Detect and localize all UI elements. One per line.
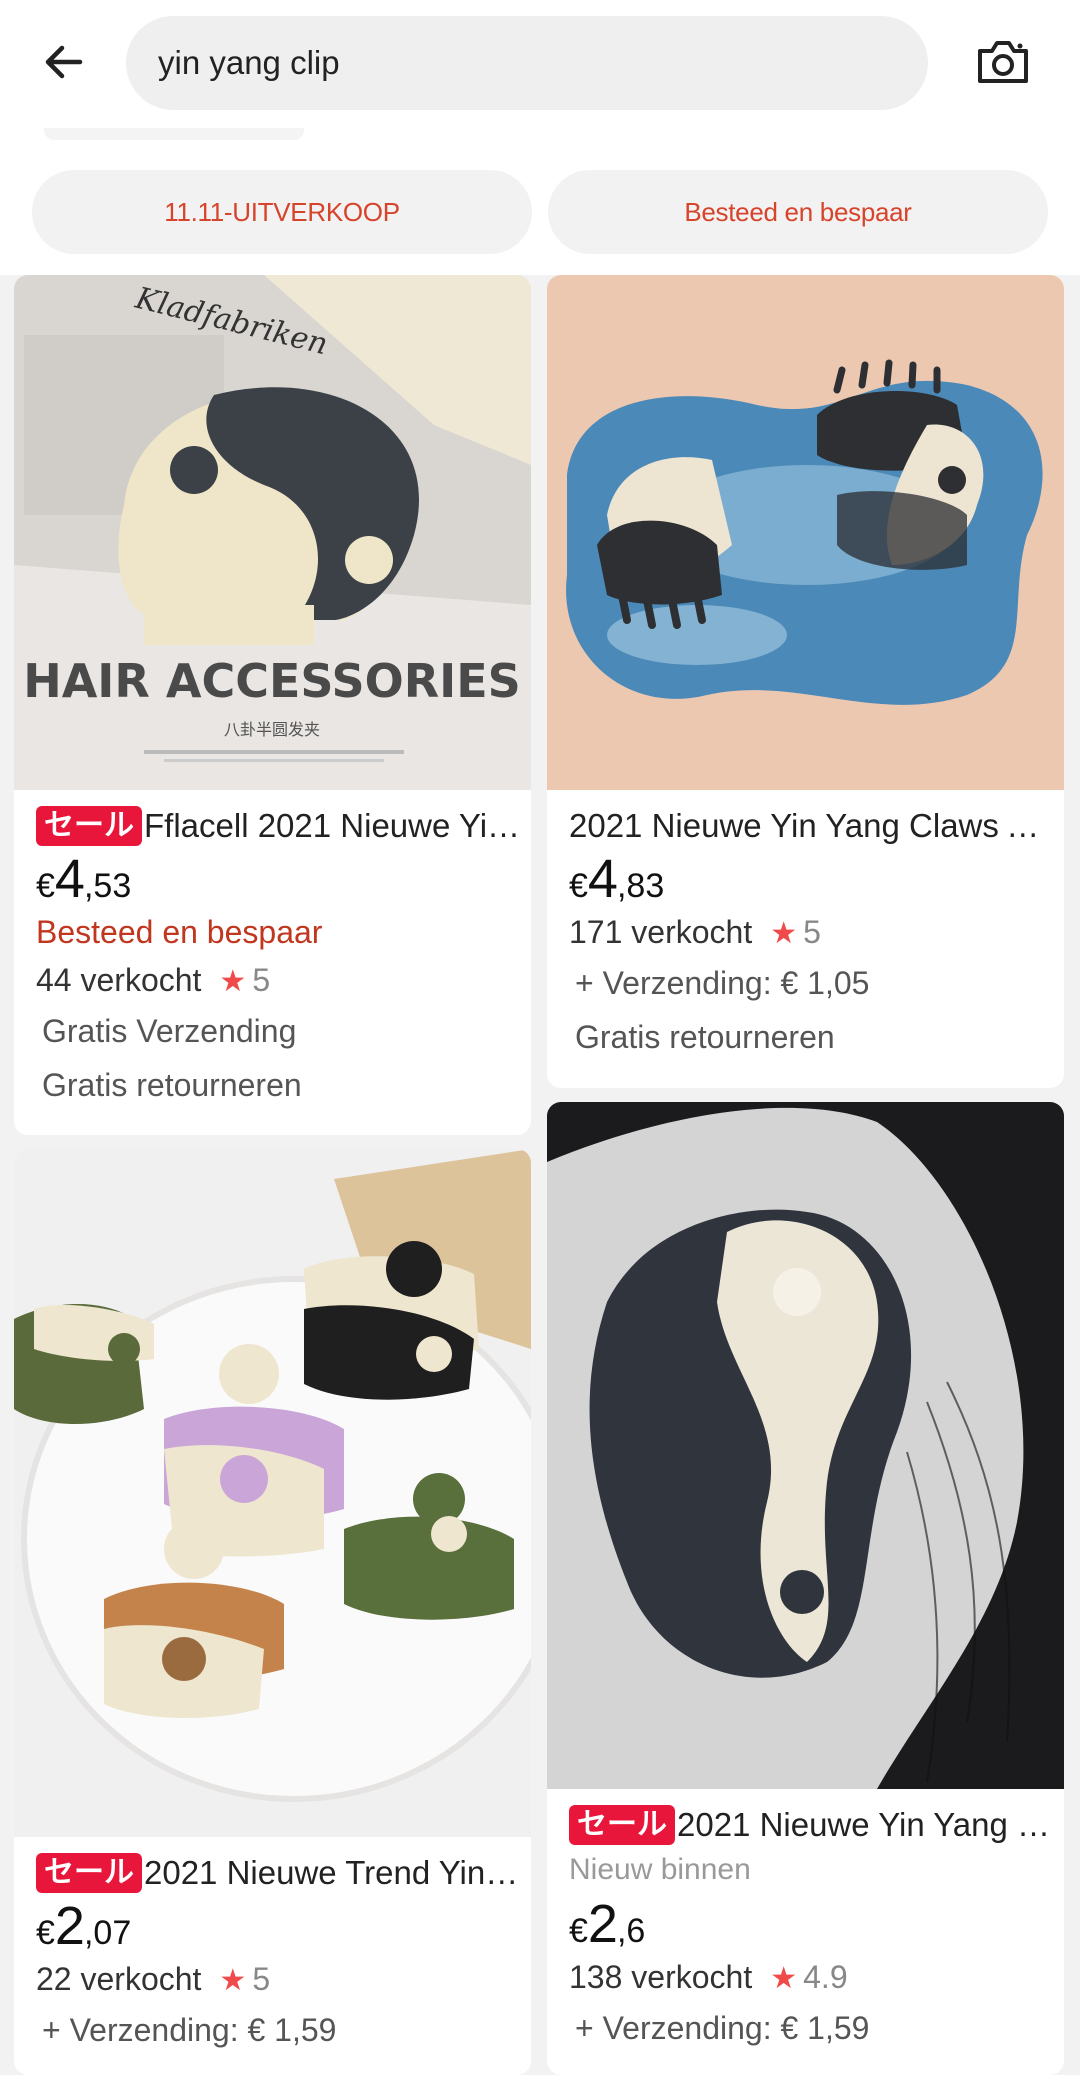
product-price: €2,07 bbox=[36, 1896, 132, 1956]
sold-rating: 22 verkocht ★ 5 bbox=[36, 1961, 271, 1997]
shipping-info: + Verzending: € 1,59 bbox=[42, 2012, 337, 2048]
returns-info: Gratis retourneren bbox=[42, 1067, 302, 1103]
back-button[interactable] bbox=[32, 30, 96, 94]
search-query: yin yang clip bbox=[158, 44, 340, 81]
product-price: €4,53 bbox=[36, 849, 132, 909]
star-icon: ★ bbox=[219, 965, 247, 998]
sale-badge: セール bbox=[36, 806, 142, 846]
product-card[interactable]: Kladfabriken HAIR ACCESSORIES 八卦半圆发夹 セール… bbox=[14, 275, 531, 1135]
collapsed-filter-pill bbox=[44, 128, 304, 140]
product-card[interactable]: セール2021 Nieuwe Yin Yang Hair Claw Nieuw … bbox=[547, 1102, 1064, 2075]
returns-info: Gratis retourneren bbox=[575, 1019, 835, 1055]
product-title: セールFflacell 2021 Nieuwe Yin Yang Hair Cl… bbox=[36, 804, 526, 848]
sale-badge: セール bbox=[569, 1805, 675, 1845]
product-image: Kladfabriken HAIR ACCESSORIES 八卦半圆发夹 bbox=[14, 275, 531, 790]
sold-rating: 138 verkocht ★ 4.9 bbox=[569, 1959, 848, 1995]
top-bar: yin yang clip 11.11-UITVERKOOP Besteed e… bbox=[0, 0, 1080, 275]
search-input[interactable]: yin yang clip bbox=[126, 16, 928, 110]
image-caption-main: HAIR ACCESSORIES bbox=[23, 654, 521, 708]
chip-spend-and-save[interactable]: Besteed en bespaar bbox=[548, 170, 1048, 254]
star-icon: ★ bbox=[219, 1964, 247, 1997]
product-image bbox=[547, 1102, 1064, 1789]
product-card[interactable]: 2021 Nieuwe Yin Yang Claws Acetate €4,83… bbox=[547, 275, 1064, 1088]
camera-icon bbox=[978, 41, 1028, 83]
product-price: €4,83 bbox=[569, 849, 665, 909]
promo-label: Besteed en bespaar bbox=[36, 914, 323, 950]
product-card[interactable]: セール2021 Nieuwe Trend Yin Yang Hair Clips… bbox=[14, 1149, 531, 2075]
sold-rating: 44 verkocht ★ 5 bbox=[36, 962, 271, 998]
sold-rating: 171 verkocht ★ 5 bbox=[569, 914, 821, 950]
image-search-button[interactable] bbox=[968, 30, 1038, 94]
product-image bbox=[14, 1149, 531, 1837]
chip-singles-day-sale[interactable]: 11.11-UITVERKOOP bbox=[32, 170, 532, 254]
shipping-info: Gratis Verzending bbox=[42, 1013, 297, 1049]
new-arrival-label: Nieuw binnen bbox=[569, 1853, 751, 1886]
sale-badge: セール bbox=[36, 1853, 142, 1893]
shipping-info: + Verzending: € 1,59 bbox=[575, 2010, 870, 2046]
back-arrow-icon bbox=[45, 45, 83, 79]
product-title: セール2021 Nieuwe Trend Yin Yang Hair Clips bbox=[36, 1851, 526, 1895]
product-title: セール2021 Nieuwe Yin Yang Hair Claw bbox=[569, 1803, 1059, 1847]
star-icon: ★ bbox=[770, 917, 798, 950]
product-price: €2,6 bbox=[569, 1894, 646, 1954]
product-title: 2021 Nieuwe Yin Yang Claws Acetate bbox=[569, 807, 1059, 844]
shipping-info: + Verzending: € 1,05 bbox=[575, 965, 870, 1001]
star-icon: ★ bbox=[770, 1962, 798, 1995]
product-image bbox=[547, 275, 1064, 790]
image-caption-sub: 八卦半圆发夹 bbox=[224, 720, 320, 739]
